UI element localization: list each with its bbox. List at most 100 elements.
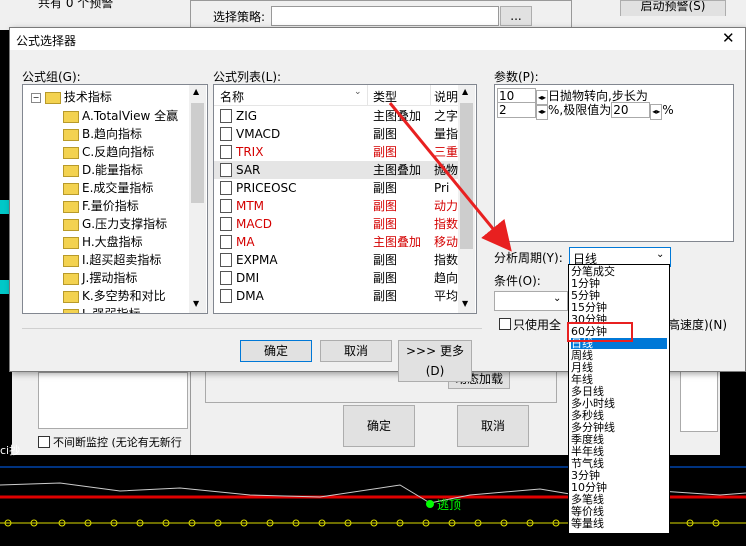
- tree-item-label: I.超买超卖指标: [82, 253, 162, 267]
- condition-select[interactable]: ⌄: [494, 291, 568, 311]
- table-row[interactable]: DMA 副图 平均: [214, 287, 458, 305]
- scroll-down-icon[interactable]: ▼: [193, 299, 199, 308]
- params-panel: 10 ◂▸ 日抛物转向,步长为 2 ◂▸ %,极限值为 20 ◂▸%: [494, 84, 734, 242]
- folder-icon: [63, 146, 79, 159]
- tree-item-label: E.成交量指标: [82, 181, 154, 195]
- tree-item[interactable]: G.压力支撑指标: [63, 215, 167, 233]
- folder-icon: [63, 110, 79, 123]
- left-bg-list: [38, 372, 188, 429]
- tree-item-label: B.趋向指标: [82, 127, 143, 141]
- strategy-input[interactable]: [271, 6, 499, 26]
- table-row[interactable]: DMI 副图 趋向: [214, 269, 458, 287]
- scroll-up-icon[interactable]: ▲: [193, 87, 199, 96]
- scroll-down-icon[interactable]: ▼: [462, 299, 468, 308]
- folder-icon: [63, 164, 79, 177]
- tree-root-label: 技术指标: [63, 90, 112, 104]
- ok-button[interactable]: 确定: [240, 340, 312, 362]
- bg-ok-button[interactable]: 确定: [343, 405, 415, 447]
- continuous-monitor-label: 不间断监控 (无论有无新行: [53, 436, 182, 449]
- period-option[interactable]: 年线: [571, 374, 667, 385]
- param-2-text: %,极限值为: [548, 103, 612, 117]
- formula-name: VMACD: [236, 127, 281, 141]
- tree-item-label: C.反趋向指标: [82, 145, 155, 159]
- cancel-button[interactable]: 取消: [320, 340, 392, 362]
- tree-root[interactable]: − 技术指标: [31, 89, 112, 105]
- formula-name: TRIX: [236, 145, 264, 159]
- param-3-spinner[interactable]: ◂▸: [650, 104, 663, 120]
- chevron-down-icon[interactable]: ⌄: [553, 293, 561, 304]
- continuous-monitor-checkbox[interactable]: [38, 436, 50, 448]
- separator: [22, 328, 482, 329]
- param-row-2: 2 ◂▸ %,极限值为 20 ◂▸%: [497, 102, 674, 120]
- tree-item[interactable]: H.大盘指标: [63, 233, 143, 251]
- tree-item[interactable]: B.趋向指标: [63, 125, 142, 143]
- formula-name: SAR: [236, 163, 261, 177]
- param-1-text: 日抛物转向,步长为: [548, 89, 648, 103]
- period-option[interactable]: 半年线: [571, 446, 667, 457]
- alert-count-text: 共有 0 个预警: [38, 0, 114, 10]
- more-button[interactable]: >>> 更多(D): [398, 340, 472, 382]
- tree-item[interactable]: E.成交量指标: [63, 179, 153, 197]
- period-option[interactable]: 多分钟线: [571, 422, 667, 433]
- tree-item[interactable]: K.多空势和对比: [63, 287, 166, 305]
- header-divider: [367, 85, 368, 105]
- formula-name: DMI: [236, 271, 260, 285]
- period-option[interactable]: 节气线: [571, 458, 667, 469]
- period-option[interactable]: 月线: [571, 362, 667, 373]
- close-icon[interactable]: ✕: [722, 29, 735, 47]
- header-name[interactable]: 名称: [220, 88, 244, 105]
- period-dropdown-list[interactable]: 分笔成交 1分钟 5分钟 15分钟 30分钟 60分钟 日线 周线 月线 年线 多日线 多小时线 多秒线…: [568, 264, 670, 534]
- period-option[interactable]: 5分钟: [571, 290, 667, 301]
- param-3-text: %: [662, 103, 674, 117]
- period-option[interactable]: 多秒线: [571, 410, 667, 421]
- folder-icon: [63, 182, 79, 195]
- formula-doc-icon: [220, 252, 232, 267]
- tree-scrollbar[interactable]: ▲ ▼: [189, 85, 206, 313]
- folder-icon: [63, 254, 79, 267]
- formula-name: PRICEOSC: [236, 181, 297, 195]
- period-option[interactable]: 等价线: [571, 506, 667, 517]
- tree-item[interactable]: A.TotalView 全赢: [63, 107, 178, 125]
- formula-doc-icon: [220, 270, 232, 285]
- tree-item[interactable]: I.超买超卖指标: [63, 251, 161, 269]
- param-3-input[interactable]: 20: [611, 102, 651, 118]
- folder-icon: [63, 272, 79, 285]
- collapse-icon[interactable]: −: [31, 92, 41, 103]
- dialog-title: 公式选择器: [16, 34, 77, 48]
- formula-doc-icon: [220, 126, 232, 141]
- period-option[interactable]: 季度线: [571, 434, 667, 445]
- formula-name: EXPMA: [236, 253, 278, 267]
- browse-button[interactable]: ...: [500, 6, 532, 26]
- period-option[interactable]: 多小时线: [571, 398, 667, 409]
- dialog-titlebar: 公式选择器 ✕: [10, 28, 745, 50]
- period-option[interactable]: 10分钟: [571, 482, 667, 493]
- list-label: 公式列表(L):: [213, 70, 282, 84]
- period-option[interactable]: 等量线: [571, 518, 667, 529]
- tree-item[interactable]: J.摆动指标: [63, 269, 137, 287]
- period-option[interactable]: 多笔线: [571, 494, 667, 505]
- tree-scroll-thumb[interactable]: [191, 103, 204, 203]
- tree-item-label: F.量价指标: [82, 199, 139, 213]
- formula-group-tree[interactable]: − 技术指标 A.TotalView 全赢 B.趋向指标 C.反趋向指标 D.能量指标…: [22, 84, 208, 314]
- chevron-down-icon[interactable]: ⌄: [656, 249, 664, 260]
- group-label: 公式组(G):: [22, 70, 81, 84]
- tree-item[interactable]: C.反趋向指标: [63, 143, 154, 161]
- only-use-checkbox[interactable]: [499, 318, 511, 330]
- param-2-spinner[interactable]: ◂▸: [536, 104, 549, 120]
- period-option[interactable]: 3分钟: [571, 470, 667, 481]
- strategy-label: 选择策略:: [213, 10, 266, 24]
- tree-item[interactable]: L.强弱指标: [63, 305, 141, 313]
- annotation-arrow: [388, 102, 512, 252]
- bg-cancel-button[interactable]: 取消: [457, 405, 529, 447]
- tree-item-label: D.能量指标: [82, 163, 144, 177]
- period-option[interactable]: 多日线: [571, 386, 667, 397]
- folder-icon: [44, 91, 61, 104]
- period-option[interactable]: 周线: [571, 350, 667, 361]
- tree-item[interactable]: D.能量指标: [63, 161, 143, 179]
- period-option[interactable]: 分笔成交: [571, 266, 667, 277]
- tree-item-label: H.大盘指标: [82, 235, 143, 249]
- period-option[interactable]: 15分钟: [571, 302, 667, 313]
- formula-desc: 趋向: [434, 271, 458, 285]
- tree-item[interactable]: F.量价指标: [63, 197, 139, 215]
- period-option[interactable]: 1分钟: [571, 278, 667, 289]
